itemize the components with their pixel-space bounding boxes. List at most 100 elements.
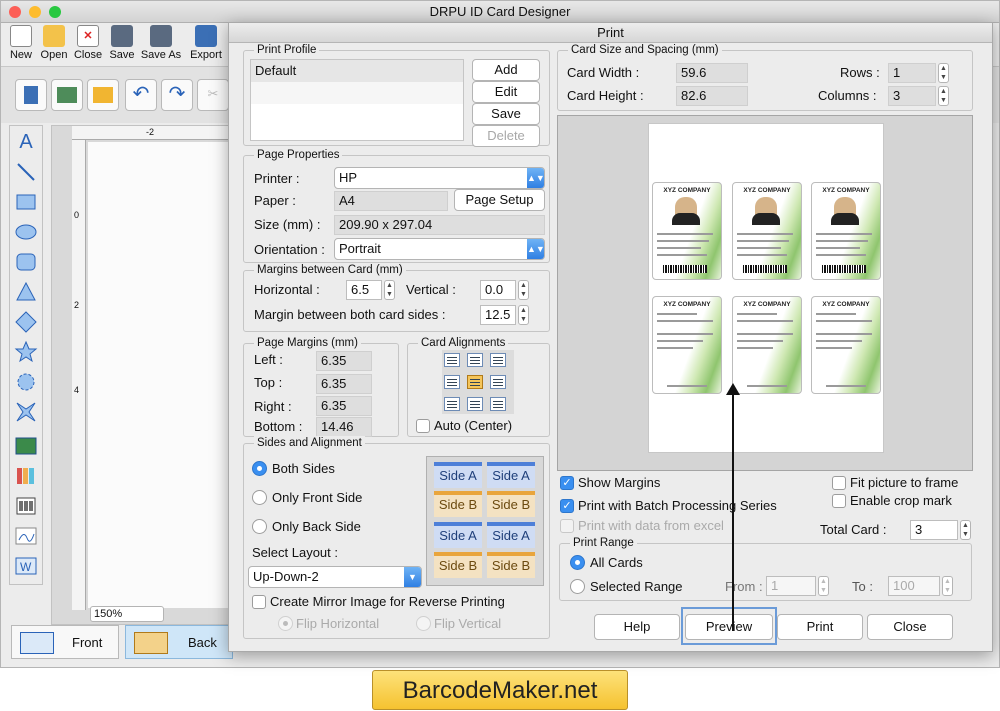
ellipse-tool-icon[interactable] [14,220,38,244]
rounded-rect-tool-icon[interactable] [14,250,38,274]
cross-star-tool-icon[interactable] [14,400,38,424]
printer-select[interactable]: HP ▲▼ [334,167,545,189]
vertical-stepper[interactable]: ▲ ▼ [518,280,529,300]
profile-delete-button[interactable]: Delete [472,125,540,147]
zoom-select[interactable]: 150% [90,606,164,622]
close-button[interactable]: ✕ Close [70,25,106,61]
columns-stepper[interactable]: ▲ ▼ [938,86,949,106]
front-tab[interactable]: Front [11,625,119,659]
print-button[interactable]: Print [777,614,863,640]
watermark-tool-icon[interactable]: W [14,554,38,578]
side-a-cell: Side A [487,522,535,548]
cut-button[interactable]: ✂ [197,79,229,111]
zoom-window-button[interactable] [49,6,61,18]
profile-edit-button[interactable]: Edit [472,81,540,103]
undo-button[interactable]: ↶ [125,79,157,111]
all-cards-radio[interactable] [570,555,585,570]
profile-save-button[interactable]: Save [472,103,540,125]
both-sides-radio[interactable] [252,461,267,476]
signature-tool-icon[interactable] [14,524,38,548]
new-button[interactable]: New [3,25,39,61]
columns-field[interactable]: 3 [888,86,936,106]
page-setup-button[interactable]: Page Setup [454,189,545,211]
align-middle-right-icon[interactable] [490,375,506,389]
show-margins-checkbox[interactable]: ✓ [560,476,574,490]
both-sides-margin-input[interactable]: 12.5 [480,305,516,325]
horizontal-stepper[interactable]: ▲ ▼ [384,280,395,300]
align-middle-left-icon[interactable] [444,375,460,389]
vertical-input[interactable]: 0.0 [480,280,516,300]
library-tool-icon[interactable] [14,464,38,488]
open-button[interactable]: Open [36,25,72,61]
preview-button[interactable]: Preview [685,614,773,640]
right-margin-field[interactable]: 6.35 [316,396,372,416]
horizontal-input[interactable]: 6.5 [346,280,382,300]
card-height-field[interactable]: 82.6 [676,86,748,106]
align-top-center-icon[interactable] [467,353,483,367]
mirror-image-checkbox[interactable] [252,595,266,609]
align-center-icon[interactable] [467,375,483,389]
burst-tool-icon[interactable] [14,370,38,394]
auto-center-checkbox[interactable] [416,419,430,433]
rows-field[interactable]: 1 [888,63,936,83]
from-input[interactable]: 1 [766,576,816,596]
total-card-input[interactable]: 3 [910,520,958,540]
help-button[interactable]: Help [594,614,680,640]
line-tool-icon[interactable] [14,160,38,184]
image-button[interactable] [51,79,83,111]
flip-horizontal-radio[interactable] [278,616,293,631]
minimize-window-button[interactable] [29,6,41,18]
back-only-radio[interactable] [252,519,267,534]
close-dialog-button[interactable]: Close [867,614,953,640]
orientation-select[interactable]: Portrait ▲▼ [334,238,545,260]
fit-picture-checkbox[interactable] [832,476,846,490]
rectangle-tool-icon[interactable] [14,190,38,214]
orientation-label: Orientation : [254,242,325,257]
import-button[interactable] [87,79,119,111]
profile-list-item[interactable]: Default [251,60,463,82]
crop-mark-checkbox[interactable] [832,494,846,508]
ruler-label: 4 [74,385,80,395]
total-card-stepper[interactable]: ▲ ▼ [960,520,971,540]
bottom-margin-field[interactable]: 14.46 [316,417,372,437]
design-canvas[interactable]: -2 0 2 4 150% [51,125,232,625]
flip-vertical-radio[interactable] [416,616,431,631]
card-width-field[interactable]: 59.6 [676,63,748,83]
export-button[interactable]: Export [187,25,225,61]
edit-document-button[interactable] [15,79,47,111]
layout-select[interactable]: Up-Down-2 ▼ [248,566,422,588]
save-as-button[interactable]: Save As [139,25,183,61]
close-window-button[interactable] [9,6,21,18]
rows-stepper[interactable]: ▲ ▼ [938,63,949,83]
align-bottom-center-icon[interactable] [467,397,483,411]
align-top-left-icon[interactable] [444,353,460,367]
from-stepper[interactable]: ▲ ▼ [818,576,829,596]
to-stepper[interactable]: ▲ ▼ [942,576,953,596]
left-margin-field[interactable]: 6.35 [316,351,372,371]
back-tab[interactable]: Back [125,625,233,659]
align-bottom-left-icon[interactable] [444,397,460,411]
align-top-right-icon[interactable] [490,353,506,367]
image-tool-icon[interactable] [14,434,38,458]
align-bottom-right-icon[interactable] [490,397,506,411]
to-input[interactable]: 100 [888,576,940,596]
diamond-tool-icon[interactable] [14,310,38,334]
data-from-excel-checkbox[interactable] [560,519,574,533]
triangle-tool-icon[interactable] [14,280,38,304]
text-tool-icon[interactable]: A [14,130,38,154]
chevron-down-icon: ▼ [404,567,421,587]
barcode-tool-icon[interactable] [14,494,38,518]
selected-range-radio[interactable] [570,579,585,594]
redo-button[interactable]: ↷ [161,79,193,111]
both-sides-margin-stepper[interactable]: ▲ ▼ [518,305,529,325]
front-only-radio[interactable] [252,490,267,505]
print-range-legend: Print Range [570,536,637,550]
batch-processing-checkbox[interactable]: ✓ [560,499,574,513]
star-tool-icon[interactable] [14,340,38,364]
card-text-line [737,340,783,342]
profile-add-button[interactable]: Add [472,59,540,81]
top-margin-field[interactable]: 6.35 [316,374,372,394]
card-margins-legend: Margins between Card (mm) [254,263,406,277]
save-button[interactable]: Save [104,25,140,61]
profile-list[interactable]: Default [250,59,464,141]
